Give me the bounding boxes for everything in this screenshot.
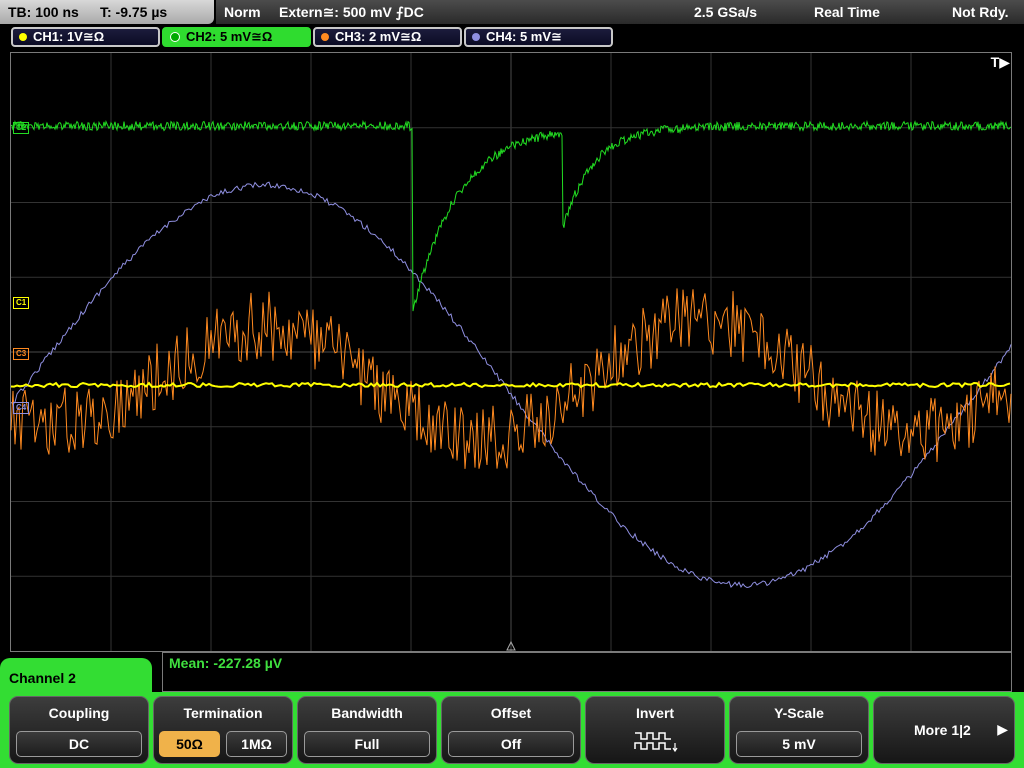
right-arrow-icon: ▶: [997, 721, 1008, 737]
measurement-mean: Mean: -227.28 µV: [169, 655, 283, 671]
bandwidth-softkey[interactable]: Bandwidth Full: [297, 696, 437, 764]
graticule: [11, 53, 1011, 651]
more-softkey[interactable]: More 1|2 ▶: [873, 696, 1015, 764]
ch4-offset-marker[interactable]: C4: [13, 402, 30, 414]
menu-title-tab: Channel 2: [0, 658, 152, 698]
invert-title: Invert: [635, 705, 675, 721]
offset-value[interactable]: Off: [448, 731, 574, 757]
yscale-value[interactable]: 5 mV: [736, 731, 862, 757]
measurement-area: [162, 652, 1012, 692]
more-label: More 1|2: [914, 722, 971, 738]
ch2-offset-marker[interactable]: C2: [13, 122, 30, 134]
offset-softkey[interactable]: Offset Off: [441, 696, 581, 764]
offset-title: Offset: [490, 705, 532, 721]
yscale-title: Y-Scale: [774, 705, 824, 721]
ch3-offset-marker[interactable]: C3: [13, 348, 30, 360]
invert-waveform-icon: [634, 732, 678, 753]
yscale-softkey[interactable]: Y-Scale 5 mV: [729, 696, 869, 764]
invert-softkey[interactable]: Invert: [585, 696, 725, 764]
bandwidth-title: Bandwidth: [331, 705, 403, 721]
ch1-offset-marker[interactable]: C1: [13, 297, 30, 309]
termination-50ohm-option[interactable]: 50Ω: [159, 731, 220, 757]
menu-title: Channel 2: [9, 670, 76, 686]
bandwidth-value[interactable]: Full: [304, 731, 430, 757]
coupling-title: Coupling: [48, 705, 110, 721]
termination-1mohm-option[interactable]: 1MΩ: [226, 731, 287, 757]
termination-title: Termination: [183, 705, 263, 721]
coupling-softkey[interactable]: Coupling DC: [9, 696, 149, 764]
coupling-value[interactable]: DC: [16, 731, 142, 757]
termination-softkey[interactable]: Termination 50Ω 1MΩ: [153, 696, 293, 764]
trigger-position-icon[interactable]: T▶: [991, 54, 1010, 71]
